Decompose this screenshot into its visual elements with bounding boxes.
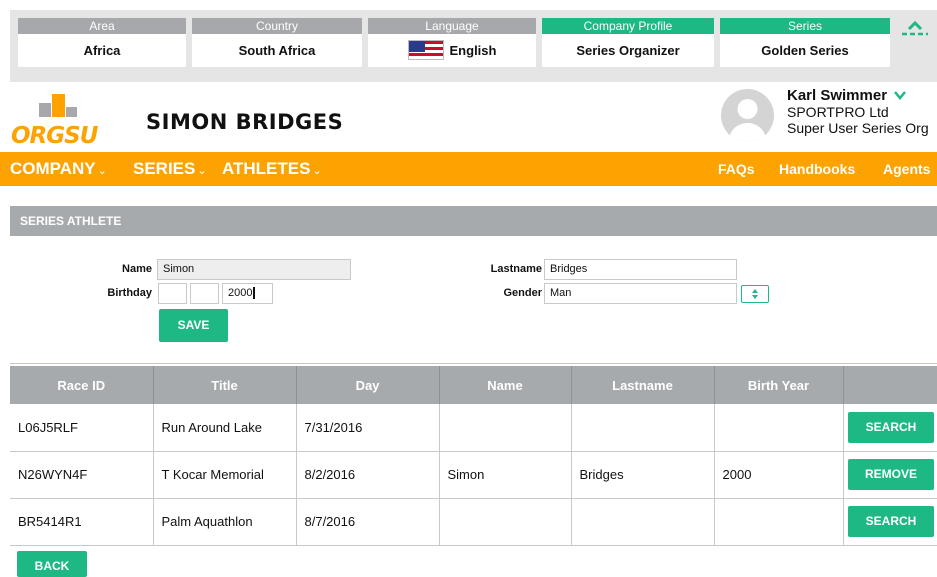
divider <box>10 363 937 364</box>
remove-button[interactable]: REMOVE <box>848 459 934 490</box>
table-row: L06J5RLF Run Around Lake 7/31/2016 SEARC… <box>10 404 937 452</box>
country-selector[interactable]: Country South Africa <box>192 18 362 67</box>
nav-series[interactable]: SERIES ⌄ <box>133 152 207 186</box>
cell-day: 8/2/2016 <box>296 451 440 499</box>
series-selector-header: Series <box>720 18 890 34</box>
cell-birth-year <box>714 404 844 452</box>
logo-text: ORGSU <box>11 123 99 149</box>
language-selector[interactable]: Language English <box>368 18 536 67</box>
save-button[interactable]: SAVE <box>159 309 228 342</box>
cell-action: REMOVE <box>843 451 937 499</box>
column-header-action <box>843 366 937 404</box>
area-selector-value[interactable]: Africa <box>18 34 186 67</box>
company-profile-value[interactable]: Series Organizer <box>542 34 714 67</box>
cell-lastname <box>571 498 715 546</box>
nav-agents[interactable]: Agents <box>883 152 930 186</box>
chevron-down-icon: ⌄ <box>312 165 322 177</box>
cell-name <box>439 498 572 546</box>
cell-birth-year <box>714 498 844 546</box>
cell-lastname: Bridges <box>571 451 715 499</box>
language-selector-header: Language <box>368 18 536 34</box>
main-nav: COMPANY ⌄ SERIES ⌄ ATHLETES ⌄ FAQs Handbook… <box>0 152 937 186</box>
user-avatar[interactable] <box>721 89 774 142</box>
gender-select[interactable]: Man <box>544 283 737 304</box>
name-label: Name <box>122 263 152 275</box>
cell-title: Run Around Lake <box>153 404 297 452</box>
lastname-input[interactable]: Bridges <box>544 259 737 280</box>
table-header-row: Race ID Title Day Name Lastname Birth Ye… <box>10 366 937 404</box>
area-selector[interactable]: Area Africa <box>18 18 186 67</box>
area-selector-header: Area <box>18 18 186 34</box>
language-selector-value: English <box>449 43 497 58</box>
cell-day: 8/7/2016 <box>296 498 440 546</box>
cell-race-id: N26WYN4F <box>10 451 154 499</box>
country-selector-value[interactable]: South Africa <box>192 34 362 67</box>
column-header-birth-year: Birth Year <box>714 366 844 404</box>
series-selector-value[interactable]: Golden Series <box>720 34 890 67</box>
series-selector[interactable]: Series Golden Series <box>720 18 890 67</box>
orgsu-logo[interactable]: ORGSU <box>10 91 118 153</box>
table-row: BR5414R1 Palm Aquathlon 8/7/2016 SEARCH <box>10 498 937 546</box>
cell-action: SEARCH <box>843 404 937 452</box>
cell-lastname <box>571 404 715 452</box>
chevron-down-icon: ⌄ <box>197 165 207 177</box>
table-row: N26WYN4F T Kocar Memorial 8/2/2016 Simon… <box>10 451 937 499</box>
gender-label: Gender <box>503 287 542 299</box>
race-table: Race ID Title Day Name Lastname Birth Ye… <box>10 366 937 546</box>
column-header-lastname: Lastname <box>571 366 715 404</box>
cell-race-id: BR5414R1 <box>10 498 154 546</box>
company-profile-selector[interactable]: Company Profile Series Organizer <box>542 18 714 67</box>
nav-faqs[interactable]: FAQs <box>718 152 755 186</box>
back-button[interactable]: BACK <box>17 551 87 577</box>
column-header-race-id: Race ID <box>10 366 154 404</box>
sort-arrows-icon <box>752 289 758 299</box>
language-selector-value-wrap[interactable]: English <box>368 34 536 67</box>
section-header: SERIES ATHLETE <box>10 206 937 236</box>
search-button[interactable]: SEARCH <box>848 506 934 537</box>
text-cursor <box>253 287 256 300</box>
cell-title: Palm Aquathlon <box>153 498 297 546</box>
user-role: Super User Series Org <box>787 120 929 136</box>
user-company: SPORTPRO Ltd <box>787 104 889 120</box>
nav-company[interactable]: COMPANY ⌄ <box>10 152 107 186</box>
birth-year-input[interactable]: 2000 <box>222 283 273 304</box>
nav-athletes[interactable]: ATHLETES ⌄ <box>222 152 322 186</box>
user-menu[interactable]: Karl Swimmer SPORTPRO Ltd Super User Ser… <box>787 87 929 137</box>
chevron-down-icon: ⌄ <box>97 165 107 177</box>
cell-title: T Kocar Memorial <box>153 451 297 499</box>
page-title: SIMON BRIDGES <box>146 110 344 134</box>
birth-month-input[interactable] <box>190 283 219 304</box>
cell-action: SEARCH <box>843 498 937 546</box>
nav-series-label: SERIES <box>133 159 196 178</box>
context-selector-bar: Area Africa Country South Africa Languag… <box>10 10 937 82</box>
cell-name <box>439 404 572 452</box>
birth-year-value: 2000 <box>228 287 253 299</box>
birthday-label: Birthday <box>107 287 152 299</box>
cell-day: 7/31/2016 <box>296 404 440 452</box>
company-profile-header: Company Profile <box>542 18 714 34</box>
search-button[interactable]: SEARCH <box>848 411 934 443</box>
user-name: Karl Swimmer <box>787 87 888 104</box>
lastname-label: Lastname <box>490 263 542 275</box>
column-header-title: Title <box>153 366 297 404</box>
birth-day-input[interactable] <box>158 283 187 304</box>
name-input[interactable]: Simon <box>157 259 351 280</box>
cell-race-id: L06J5RLF <box>10 404 154 452</box>
nav-handbooks[interactable]: Handbooks <box>779 152 855 186</box>
cell-birth-year: 2000 <box>714 451 844 499</box>
country-selector-header: Country <box>192 18 362 34</box>
collapse-toggle-icon[interactable] <box>901 20 929 42</box>
cell-name: Simon <box>439 451 572 499</box>
nav-athletes-label: ATHLETES <box>222 159 311 178</box>
chevron-down-icon[interactable] <box>893 91 906 100</box>
column-header-name: Name <box>439 366 572 404</box>
gender-dropdown-toggle[interactable] <box>741 285 769 303</box>
us-flag-icon <box>407 39 444 60</box>
nav-company-label: COMPANY <box>10 159 96 178</box>
column-header-day: Day <box>296 366 440 404</box>
